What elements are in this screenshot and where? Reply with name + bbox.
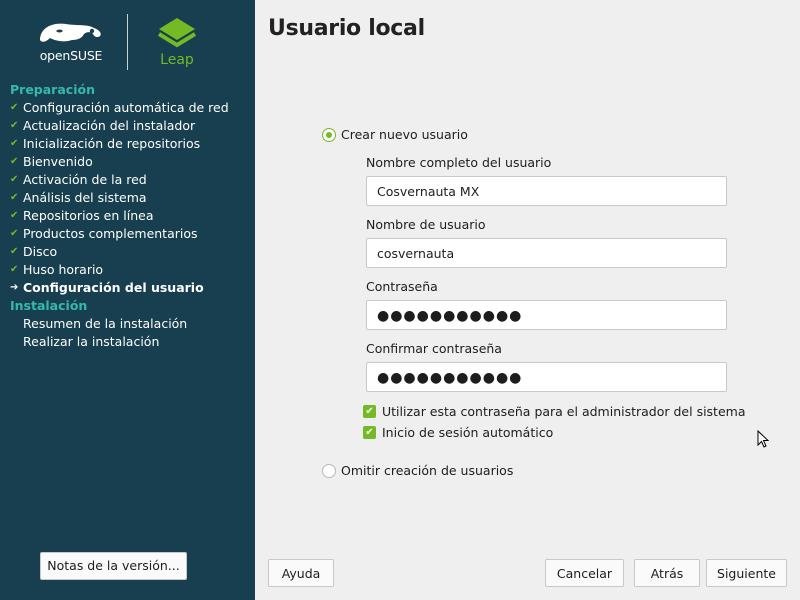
step-label: Bienvenido: [23, 154, 93, 169]
step-label: Resumen de la instalación: [23, 316, 188, 331]
check-icon: ✔: [10, 138, 19, 149]
admin-password-checkbox[interactable]: ✔: [363, 405, 376, 418]
check-icon: ✔: [10, 120, 19, 131]
step-item: ✔ Inicialización de repositorios: [10, 135, 255, 153]
step-item: ✔ Productos complementarios: [10, 225, 255, 243]
step-label: Disco: [23, 244, 58, 259]
step-item: ✔ Huso horario: [10, 261, 255, 279]
step-item: ✔ Disco: [10, 243, 255, 261]
check-icon: ✔: [10, 228, 19, 239]
page-title: Usuario local: [268, 16, 425, 41]
step-label: Configuración del usuario: [23, 280, 204, 295]
step-label: Configuración automática de red: [23, 100, 229, 115]
password-label: Contraseña: [366, 279, 438, 294]
check-icon: ✔: [10, 174, 19, 185]
step-label: Huso horario: [23, 262, 104, 277]
create-user-label[interactable]: Crear nuevo usuario: [341, 127, 468, 142]
step-label: Actualización del instalador: [23, 118, 196, 133]
fullname-field[interactable]: Cosvernauta MX: [366, 176, 727, 206]
step-label: Realizar la instalación: [23, 334, 160, 349]
check-icon: ✔: [10, 264, 19, 275]
installation-steps: Preparación ✔ Configuración automática de…: [10, 81, 255, 351]
confirm-password-label: Confirmar contraseña: [366, 341, 502, 356]
sidebar: openSUSE Leap Preparación ✔ Configuración…: [0, 0, 255, 600]
password-field[interactable]: ●●●●●●●●●●●: [366, 300, 727, 330]
arrow-right-icon: ➔: [10, 282, 19, 293]
opensuse-logo: openSUSE: [36, 18, 106, 66]
admin-password-label[interactable]: Utilizar esta contraseña para el adminis…: [382, 404, 746, 419]
cancel-button[interactable]: Cancelar: [545, 559, 624, 587]
check-icon: ✔: [10, 192, 19, 203]
username-label: Nombre de usuario: [366, 217, 486, 232]
username-field[interactable]: cosvernauta: [366, 238, 727, 268]
leap-wordmark: Leap: [160, 52, 194, 68]
leap-logo: Leap: [155, 16, 199, 72]
opensuse-chameleon-icon: [40, 23, 101, 42]
autologin-checkbox[interactable]: ✔: [363, 426, 376, 439]
check-icon: ✔: [10, 102, 19, 113]
step-item-current: ➔ Configuración del usuario: [10, 279, 255, 297]
help-button[interactable]: Ayuda: [268, 559, 334, 587]
confirm-password-field[interactable]: ●●●●●●●●●●●: [366, 362, 727, 392]
step-label: Repositorios en línea: [23, 208, 154, 223]
leap-cube-icon: [157, 18, 197, 48]
skip-user-label[interactable]: Omitir creación de usuarios: [341, 463, 513, 478]
fullname-label: Nombre completo del usuario: [366, 155, 552, 170]
step-label: Inicialización de repositorios: [23, 136, 201, 151]
check-icon: ✔: [10, 156, 19, 167]
step-item: ✔ Repositorios en línea: [10, 207, 255, 225]
step-item: Resumen de la instalación: [10, 315, 255, 333]
mouse-cursor-icon: [757, 430, 769, 448]
check-icon: ✔: [10, 210, 19, 221]
back-button[interactable]: Atrás: [634, 559, 700, 587]
step-label: Análisis del sistema: [23, 190, 147, 205]
steps-group-title: Preparación: [10, 82, 95, 97]
autologin-label[interactable]: Inicio de sesión automático: [382, 425, 553, 440]
step-label: Productos complementarios: [23, 226, 198, 241]
step-item: ✔ Activación de la red: [10, 171, 255, 189]
skip-user-radio[interactable]: [322, 464, 336, 478]
step-item: Realizar la instalación: [10, 333, 255, 351]
step-item: ✔ Análisis del sistema: [10, 189, 255, 207]
next-button[interactable]: Siguiente: [706, 559, 787, 587]
steps-group-title: Instalación: [10, 298, 88, 313]
opensuse-wordmark: openSUSE: [39, 48, 103, 63]
check-icon: ✔: [10, 246, 19, 257]
step-item: ✔ Configuración automática de red: [10, 99, 255, 117]
logo-divider: [127, 14, 128, 70]
create-user-radio[interactable]: [322, 128, 336, 142]
step-label: Activación de la red: [23, 172, 147, 187]
step-item: ✔ Actualización del instalador: [10, 117, 255, 135]
release-notes-button[interactable]: Notas de la versión...: [40, 552, 187, 580]
step-item: ✔ Bienvenido: [10, 153, 255, 171]
